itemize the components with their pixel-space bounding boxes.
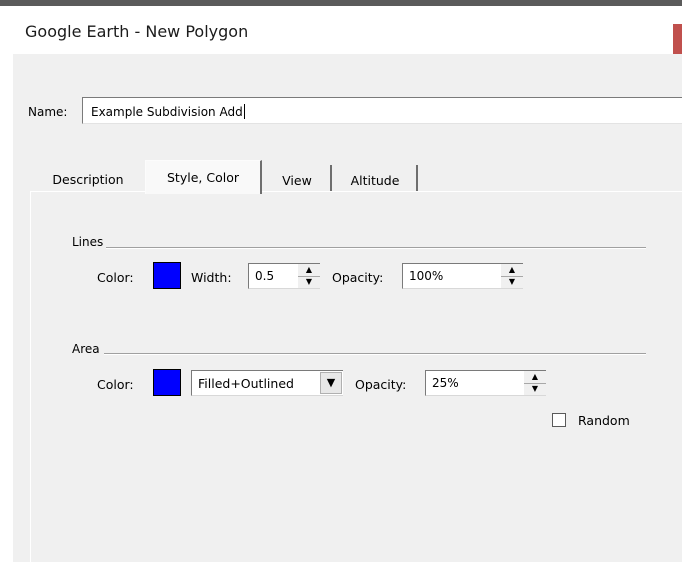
tab-altitude[interactable]: Altitude bbox=[334, 165, 418, 191]
chevron-down-icon[interactable]: ▼ bbox=[320, 372, 342, 394]
name-value: Example Subdivision Add bbox=[91, 104, 245, 119]
area-color-swatch[interactable] bbox=[153, 369, 181, 396]
spin-down-icon[interactable]: ▼ bbox=[501, 276, 523, 288]
spin-down-icon[interactable]: ▼ bbox=[298, 276, 320, 288]
lines-width-label: Width: bbox=[191, 270, 232, 285]
lines-color-swatch[interactable] bbox=[153, 262, 181, 289]
lines-opacity-label: Opacity: bbox=[332, 270, 384, 285]
title-accent-bar bbox=[673, 24, 682, 54]
lines-width-stepper[interactable]: 0.5 ▲ ▼ bbox=[248, 263, 320, 289]
tab-view-label: View bbox=[282, 173, 312, 188]
title-bar: Google Earth - New Polygon bbox=[0, 6, 682, 54]
tab-view[interactable]: View bbox=[264, 165, 332, 191]
area-opacity-value: 25% bbox=[432, 376, 459, 390]
lines-group-divider bbox=[106, 247, 646, 249]
tab-altitude-label: Altitude bbox=[350, 173, 400, 188]
area-color-label: Color: bbox=[97, 377, 134, 392]
window-title: Google Earth - New Polygon bbox=[25, 22, 249, 41]
area-opacity-label: Opacity: bbox=[355, 377, 407, 392]
tab-style-color[interactable]: Style, Color bbox=[145, 160, 262, 194]
area-group-divider bbox=[104, 353, 646, 355]
lines-color-label: Color: bbox=[97, 270, 134, 285]
lines-width-value: 0.5 bbox=[255, 269, 275, 283]
lines-opacity-stepper[interactable]: 100% ▲ ▼ bbox=[402, 263, 523, 289]
area-group-title: Area bbox=[72, 342, 100, 356]
tab-description-label: Description bbox=[52, 172, 124, 187]
tab-description[interactable]: Description bbox=[33, 163, 143, 191]
area-opacity-stepper[interactable]: 25% ▲ ▼ bbox=[425, 370, 546, 396]
name-label: Name: bbox=[28, 105, 68, 119]
name-field[interactable]: Example Subdivision Add bbox=[82, 97, 682, 124]
lines-group-title: Lines bbox=[72, 235, 104, 249]
random-checkbox[interactable] bbox=[552, 413, 566, 427]
text-caret bbox=[243, 104, 245, 119]
area-fill-mode-value: Filled+Outlined bbox=[198, 376, 294, 391]
tab-style-color-label: Style, Color bbox=[167, 170, 239, 185]
area-fill-mode-select[interactable]: Filled+Outlined ▼ bbox=[191, 370, 343, 396]
random-label: Random bbox=[578, 413, 630, 428]
lines-opacity-value: 100% bbox=[409, 269, 444, 283]
spin-down-icon[interactable]: ▼ bbox=[524, 383, 546, 395]
